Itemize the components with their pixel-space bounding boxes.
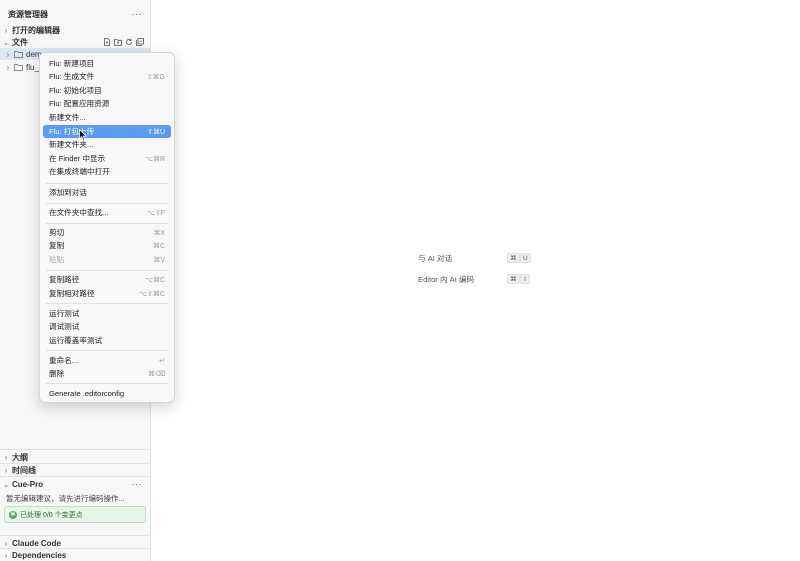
folder-icon xyxy=(14,50,23,58)
section-outline[interactable]: › 大纲 xyxy=(0,451,150,463)
menu-separator xyxy=(46,203,168,204)
new-file-icon[interactable] xyxy=(103,38,111,46)
menu-item-flu-config-assets[interactable]: Flu: 配置应用资源 xyxy=(43,97,171,110)
section-open-editors-label: 打开的编辑器 xyxy=(12,25,60,35)
section-claude-code-label: Claude Code xyxy=(12,538,61,548)
mouse-cursor-icon xyxy=(79,129,87,141)
menu-item-copy-relative-path[interactable]: 复制相对路径 ⌥⇧⌘C xyxy=(43,287,171,300)
menu-item-flu-pack-upload[interactable]: Flu: 打包上传 ⇧⌘U xyxy=(43,125,171,138)
tree-item-flu[interactable]: › flu_c xyxy=(0,61,43,73)
settings-icon: ✱ xyxy=(9,510,17,519)
collapse-all-icon[interactable] xyxy=(136,38,144,46)
kbd-key: I xyxy=(520,274,530,284)
menu-separator xyxy=(46,183,168,184)
explorer-more-button[interactable]: ··· xyxy=(132,9,143,19)
cue-status-badge: ✱ 已处理 0/0 个变更点 xyxy=(4,506,146,523)
menu-separator xyxy=(46,223,168,224)
menu-item-new-folder[interactable]: 新建文件夹... xyxy=(43,138,171,151)
chevron-right-icon: › xyxy=(4,538,8,548)
menu-item-delete[interactable]: 删除 ⌘⌫ xyxy=(43,367,171,380)
menu-item-flu-new-project[interactable]: Flu: 新建项目 xyxy=(43,57,171,70)
divider xyxy=(0,449,150,450)
refresh-icon[interactable] xyxy=(125,38,133,46)
section-timeline[interactable]: › 时间线 xyxy=(0,464,150,476)
menu-item-generate-editorconfig[interactable]: Generate .editorconfig xyxy=(43,387,171,400)
chevron-right-icon: › xyxy=(4,465,8,475)
menu-item-run-coverage[interactable]: 运行覆盖率测试 xyxy=(43,334,171,347)
menu-item-reveal-in-finder[interactable]: 在 Finder 中显示 ⌥⌘R xyxy=(43,152,171,165)
chevron-right-icon: › xyxy=(4,452,8,462)
menu-separator xyxy=(46,350,168,351)
section-open-editors[interactable]: › 打开的编辑器 xyxy=(0,24,150,36)
chevron-down-icon: ⌄ xyxy=(2,479,10,489)
chevron-right-icon: › xyxy=(4,25,8,35)
menu-item-copy-path[interactable]: 复制路径 ⌥⌘C xyxy=(43,273,171,286)
menu-item-rename[interactable]: 重命名... ↵ xyxy=(43,354,171,367)
menu-separator xyxy=(46,303,168,304)
context-menu: Flu: 新建项目 Flu: 生成文件 ⇧⌘G Flu: 初始化项目 Flu: 配… xyxy=(39,52,175,403)
menu-item-paste: 粘贴 ⌘V xyxy=(49,255,165,264)
folder-icon xyxy=(14,63,23,71)
menu-item-open-in-terminal[interactable]: 在集成终端中打开 xyxy=(43,165,171,178)
menu-separator xyxy=(46,383,168,384)
menu-item-add-to-chat[interactable]: 添加到对话 xyxy=(43,186,171,199)
menu-item-copy[interactable]: 复制 ⌘C xyxy=(43,239,171,252)
cue-description: 暂无编辑建议，请先进行编码操作... xyxy=(6,494,125,503)
section-cue-pro-label: Cue-Pro xyxy=(12,479,44,489)
explorer-header: 资源管理器 ··· xyxy=(8,8,142,20)
chevron-right-icon: › xyxy=(6,49,10,59)
chevron-right-icon: › xyxy=(4,550,8,560)
section-dependencies[interactable]: › Dependencies xyxy=(0,549,150,561)
new-folder-icon[interactable] xyxy=(114,38,122,46)
menu-item-cut[interactable]: 剪切 ⌘X xyxy=(43,226,171,239)
kbd-cmd: ⌘ xyxy=(507,253,520,263)
menu-item-flu-generate-file[interactable]: Flu: 生成文件 ⇧⌘G xyxy=(43,70,171,83)
section-cue-pro[interactable]: ⌄ Cue-Pro ··· xyxy=(0,478,150,490)
section-files-label: 文件 xyxy=(12,37,28,47)
section-timeline-label: 时间线 xyxy=(12,465,36,475)
chevron-right-icon: › xyxy=(6,62,10,72)
divider xyxy=(0,476,150,477)
cue-more-button[interactable]: ··· xyxy=(132,479,143,489)
menu-item-new-file[interactable]: 新建文件... xyxy=(43,111,171,124)
section-files[interactable]: ⌄ 文件 xyxy=(0,36,150,48)
hint-ai-in-editor: Editor 内 AI 编码 xyxy=(418,275,475,284)
section-dependencies-label: Dependencies xyxy=(12,550,67,560)
kbd-key: U xyxy=(520,253,531,263)
menu-separator xyxy=(46,270,168,271)
files-actions xyxy=(103,36,144,48)
menu-item-run-tests[interactable]: 运行测试 xyxy=(43,307,171,320)
menu-item-flu-init-project[interactable]: Flu: 初始化项目 xyxy=(43,84,171,97)
menu-item-find-in-folder[interactable]: 在文件夹中查找... ⌥⇧F xyxy=(43,206,171,219)
explorer-title: 资源管理器 xyxy=(8,9,48,19)
cue-status-text: 已处理 0/0 个变更点 xyxy=(20,511,83,519)
chevron-down-icon: ⌄ xyxy=(2,37,10,47)
menu-item-debug-tests[interactable]: 调试测试 xyxy=(43,320,171,333)
section-outline-label: 大纲 xyxy=(12,452,28,462)
divider xyxy=(0,535,150,536)
kbd-cmd: ⌘ xyxy=(507,274,520,284)
hint-chat-with-ai: 与 AI 对话 xyxy=(418,254,453,263)
